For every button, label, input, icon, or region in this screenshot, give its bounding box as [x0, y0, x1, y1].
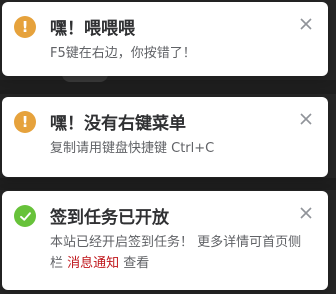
exclamation-icon: !: [14, 16, 36, 38]
close-icon[interactable]: [298, 111, 314, 127]
check-icon-glyph: [19, 211, 31, 221]
notification-toast: ! 嘿！没有右键菜单 复制请用键盘快捷键 Ctrl+C: [2, 97, 328, 177]
notification-toast: ! 嘿！喂喂喂 F5键在右边，你按错了！: [2, 2, 328, 76]
notification-message: 本站已经开启签到任务！ 更多详情可首页侧栏 消息通知 查看: [50, 232, 312, 274]
background-band: [0, 178, 336, 190]
notification-message: F5键在右边，你按错了！: [50, 46, 196, 61]
close-icon[interactable]: [298, 205, 314, 221]
notification-title: 嘿！喂喂喂: [50, 19, 135, 39]
check-icon: [14, 205, 36, 227]
notification-message: 复制请用键盘快捷键 Ctrl+C: [50, 141, 215, 156]
notification-title: 嘿！没有右键菜单: [50, 114, 186, 134]
notification-toast: 签到任务已开放 本站已经开启签到任务！ 更多详情可首页侧栏 消息通知 查看: [2, 191, 328, 290]
notification-title: 签到任务已开放: [50, 208, 169, 228]
message-notify-link[interactable]: 消息通知: [67, 256, 119, 271]
message-text-end: 查看: [119, 256, 150, 271]
background-band: [0, 80, 336, 94]
close-icon[interactable]: [298, 16, 314, 32]
exclamation-icon: !: [14, 111, 36, 133]
